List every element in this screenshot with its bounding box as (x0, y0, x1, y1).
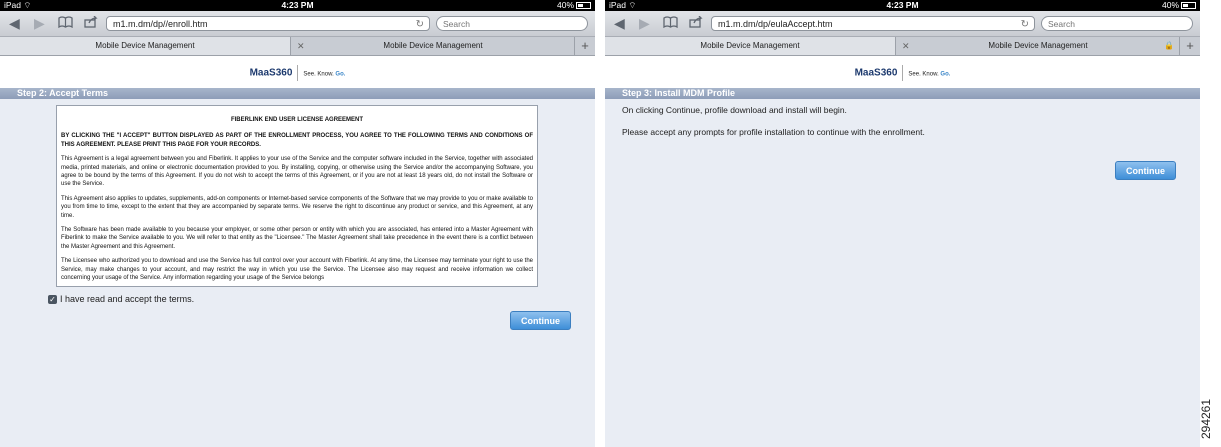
close-icon[interactable]: ✕ (902, 37, 910, 55)
eula-paragraph: This Agreement is a legal agreement betw… (61, 156, 533, 188)
status-bar: iPad ⌔ 4:23 PM 40% (0, 0, 595, 11)
share-icon[interactable] (84, 15, 98, 32)
tab-label: Mobile Device Management (988, 41, 1088, 50)
step-title: Step 2: Accept Terms (0, 88, 595, 99)
eula-textbox[interactable]: FIBERLINK END USER LICENSE AGREEMENT BY … (56, 105, 538, 287)
tab-inactive[interactable]: ✕ Mobile Device Management 🔒 (896, 37, 1180, 55)
close-icon[interactable]: ✕ (297, 37, 305, 55)
forward-arrow-icon[interactable]: ▶ (34, 15, 45, 32)
battery-percent: 40% (556, 0, 574, 10)
maas360-logo: MaaS360 See. Know. Go. (0, 65, 595, 81)
maas360-logo: MaaS360 See. Know. Go. (605, 65, 1200, 81)
forward-arrow-icon[interactable]: ▶ (639, 15, 650, 32)
url-field[interactable]: m1.m.dm/dp//enroll.htm ↻ (106, 16, 430, 31)
url-text: m1.m.dm/dp//enroll.htm (113, 19, 208, 29)
tab-bar: Mobile Device Management ✕ Mobile Device … (605, 37, 1200, 56)
battery-percent: 40% (1161, 0, 1179, 10)
continue-button[interactable]: Continue (510, 311, 571, 330)
figure-number: 294261 (1199, 398, 1214, 440)
clock: 4:23 PM (281, 0, 314, 10)
page-header: MaaS360 See. Know. Go. (605, 56, 1200, 88)
checkmark-icon[interactable]: ✓ (48, 295, 57, 305)
url-field[interactable]: m1.m.dm/dp/eulaAccept.htm ↻ (711, 16, 1035, 31)
continue-button[interactable]: Continue (1115, 161, 1176, 180)
browser-toolbar: ◀ ▶ m1.m.dm/dp/eulaAccept.htm ↻ (605, 11, 1200, 37)
prompt-message: Please accept any prompts for profile in… (622, 127, 925, 137)
tab-bar: Mobile Device Management ✕ Mobile Device … (0, 37, 595, 56)
accept-terms-label: I have read and accept the terms. (60, 294, 195, 304)
tab-label: Mobile Device Management (383, 41, 483, 50)
new-tab-button[interactable]: + (574, 37, 595, 55)
reload-icon[interactable]: ↻ (1021, 17, 1029, 32)
tab-active[interactable]: Mobile Device Management (0, 37, 291, 55)
url-text: m1.m.dm/dp/eulaAccept.htm (718, 19, 833, 29)
eula-paragraph: This Agreement also applies to updates, … (61, 195, 533, 219)
tab-label: Mobile Device Management (700, 41, 800, 50)
tab-active[interactable]: Mobile Device Management (605, 37, 896, 55)
accept-terms-checkbox[interactable]: ✓ I have read and accept the terms. (48, 294, 195, 305)
search-input[interactable] (1041, 16, 1193, 31)
reload-icon[interactable]: ↻ (416, 17, 424, 32)
tab-inactive[interactable]: ✕ Mobile Device Management (291, 37, 575, 55)
battery-icon (1181, 2, 1196, 10)
bookmarks-icon[interactable] (58, 15, 73, 32)
install-message: On clicking Continue, profile download a… (622, 105, 847, 115)
share-icon[interactable] (689, 15, 703, 32)
eula-title: FIBERLINK END USER LICENSE AGREEMENT (230, 117, 364, 123)
back-arrow-icon[interactable]: ◀ (614, 15, 625, 32)
clock: 4:23 PM (886, 0, 919, 10)
step-title: Step 3: Install MDM Profile (605, 88, 1200, 99)
left-screen: iPad ⌔ 4:23 PM 40% ◀ ▶ m1.m.dm/dp//enrol… (0, 0, 595, 447)
tab-label: Mobile Device Management (95, 41, 195, 50)
page-header: MaaS360 See. Know. Go. (0, 56, 595, 88)
eula-paragraph: The Software has been made available to … (61, 227, 533, 250)
browser-toolbar: ◀ ▶ m1.m.dm/dp//enroll.htm ↻ (0, 11, 595, 37)
search-input[interactable] (436, 16, 588, 31)
right-screen: iPad ⌔ 4:23 PM 40% ◀ ▶ m1.m.dm/dp/eulaAc… (605, 0, 1200, 447)
bookmarks-icon[interactable] (663, 15, 678, 32)
new-tab-button[interactable]: + (1179, 37, 1200, 55)
back-arrow-icon[interactable]: ◀ (9, 15, 20, 32)
lock-icon: 🔒 (1164, 41, 1174, 50)
battery-icon (576, 2, 591, 10)
status-bar: iPad ⌔ 4:23 PM 40% (605, 0, 1200, 11)
eula-paragraph: The Licensee who authorized you to downl… (61, 258, 533, 282)
eula-paragraph: BY CLICKING THE "I ACCEPT" BUTTON DISPLA… (61, 133, 533, 148)
